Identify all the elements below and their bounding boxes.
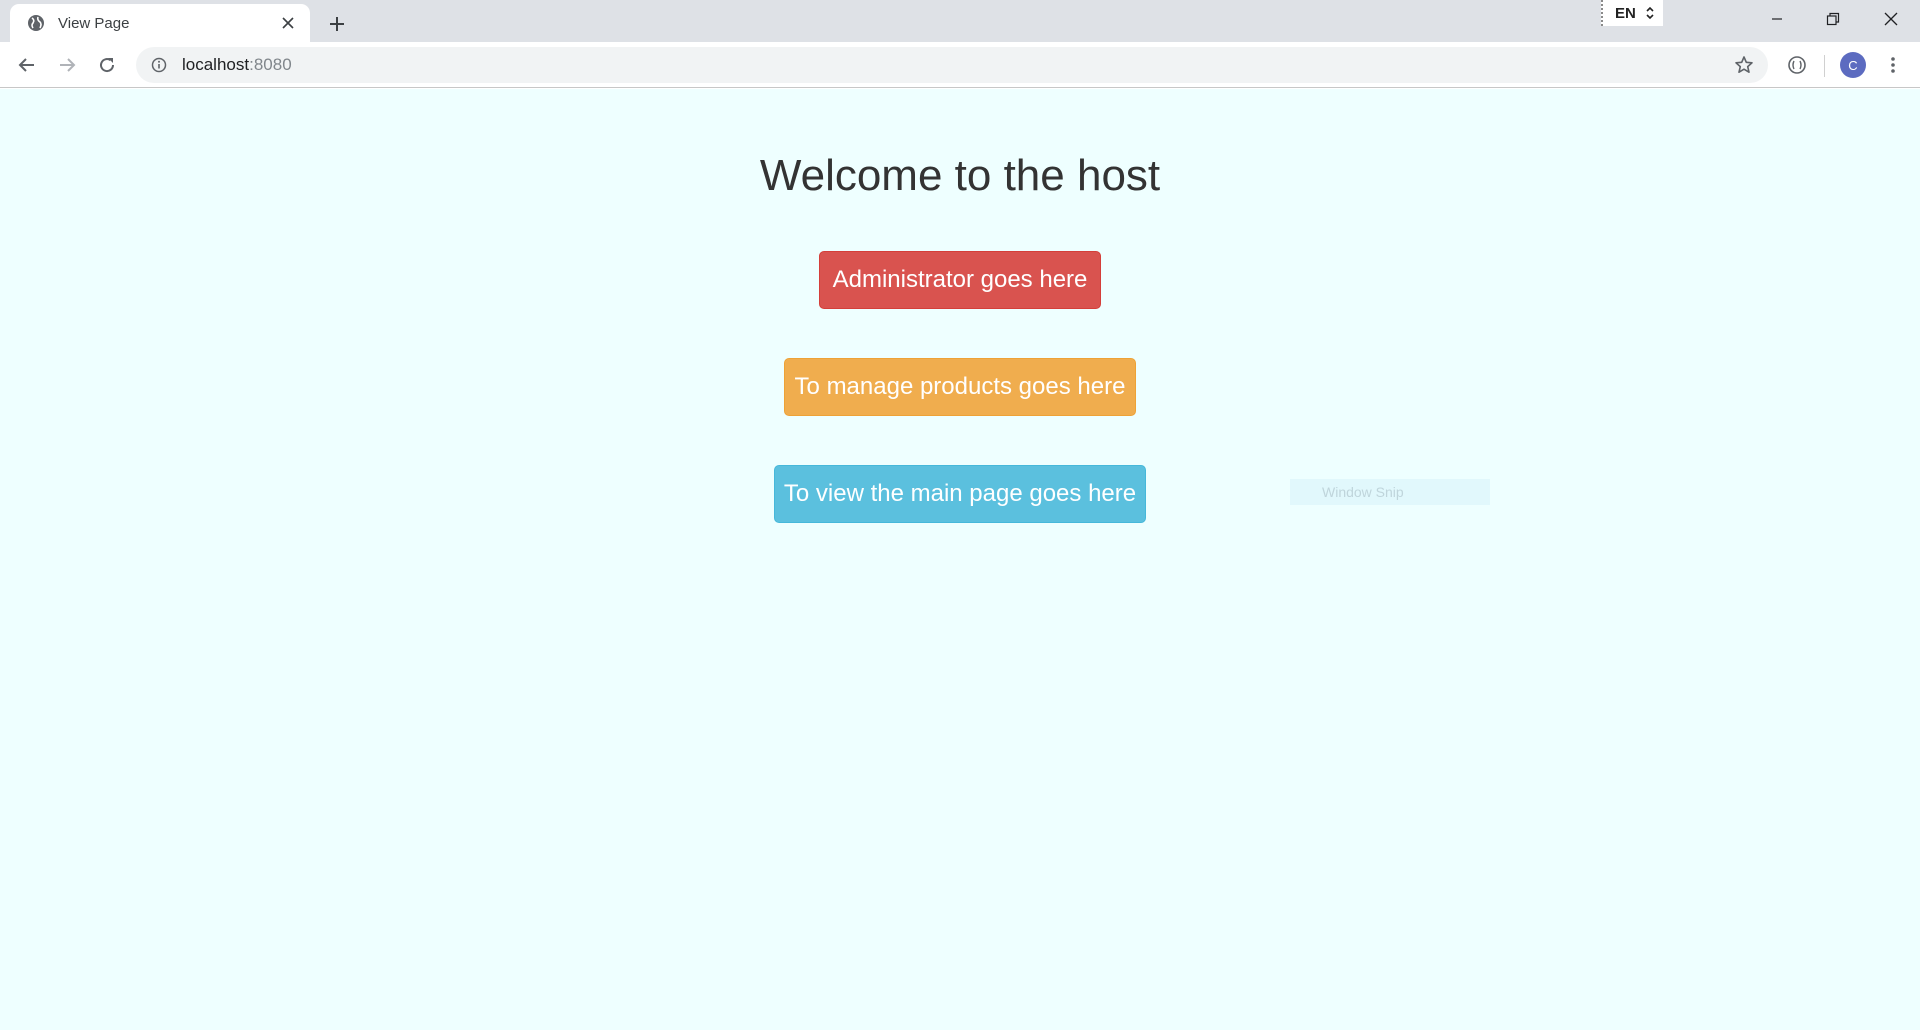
page-title: Welcome to the host	[759, 151, 1161, 200]
menu-kebab-icon[interactable]	[1876, 48, 1910, 82]
window-snip-overlay: Window Snip	[1290, 479, 1490, 505]
url-host: localhost	[182, 55, 250, 74]
plus-icon[interactable]	[322, 9, 352, 39]
tab-title: View Page	[58, 14, 130, 32]
globe-icon	[26, 13, 46, 33]
forward-arrow-icon[interactable]	[50, 48, 84, 82]
star-icon[interactable]	[1730, 51, 1758, 79]
address-bar[interactable]: localhost:8080	[136, 47, 1768, 83]
profile-avatar[interactable]: C	[1840, 52, 1866, 78]
up-down-icon	[1646, 6, 1654, 20]
url-text: localhost:8080	[182, 55, 292, 75]
language-indicator[interactable]: EN	[1601, 0, 1663, 26]
extension-icon[interactable]	[1780, 48, 1814, 82]
language-label: EN	[1615, 4, 1636, 22]
browser-toolbar: localhost:8080 C	[0, 42, 1920, 88]
info-icon[interactable]	[150, 56, 168, 74]
back-arrow-icon[interactable]	[10, 48, 44, 82]
close-icon[interactable]	[1863, 0, 1919, 38]
page-viewport: Welcome to the host Administrator goes h…	[0, 89, 1920, 1030]
url-port: :8080	[249, 55, 292, 74]
manage-products-button[interactable]: To manage products goes here	[784, 358, 1136, 416]
browser-tab[interactable]: View Page	[10, 4, 310, 42]
administrator-button[interactable]: Administrator goes here	[819, 251, 1101, 309]
tab-strip: View Page EN	[0, 0, 1920, 42]
toolbar-divider	[1824, 55, 1825, 77]
view-main-page-button[interactable]: To view the main page goes here	[774, 465, 1146, 523]
restore-icon[interactable]	[1805, 0, 1861, 38]
minimize-icon[interactable]	[1749, 0, 1805, 38]
reload-icon[interactable]	[90, 48, 124, 82]
close-tab-icon[interactable]	[278, 13, 298, 33]
